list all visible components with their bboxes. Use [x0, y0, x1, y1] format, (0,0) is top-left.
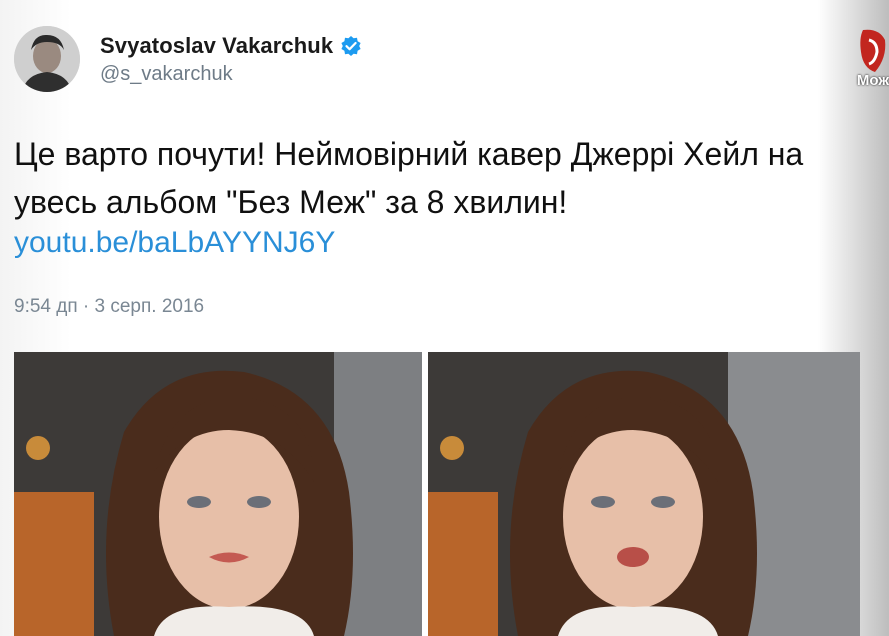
author-avatar[interactable] — [14, 26, 80, 92]
tv-channel-logo-icon — [857, 28, 887, 74]
tweet-link[interactable]: youtu.be/baLbAYYNJ6Y — [14, 226, 335, 260]
tweet-text-line-1: Це варто почути! Неймовірний кавер Джерр… — [14, 136, 804, 172]
author-display-name[interactable]: Svyatoslav Vakarchuk — [100, 33, 333, 59]
video-thumbnail-right[interactable] — [428, 352, 860, 636]
author-names: Svyatoslav Vakarchuk @s_vakarchuk — [100, 33, 362, 86]
author-handle[interactable]: @s_vakarchuk — [100, 63, 362, 86]
tweet-text-line-2: увесь альбом "Без Меж" за 8 хвилин! — [14, 184, 568, 220]
video-still-woman-icon — [14, 352, 422, 636]
tweet-media-grid — [14, 352, 860, 636]
video-thumbnail-left[interactable] — [14, 352, 422, 636]
video-still-woman-icon — [428, 352, 860, 636]
author-display-name-row: Svyatoslav Vakarchuk — [100, 33, 362, 59]
channel-overlay-label: Мож — [856, 72, 889, 89]
tweet-card: Svyatoslav Vakarchuk @s_vakarchuk Це вар… — [0, 0, 860, 636]
tweet-body: Це варто почути! Неймовірний кавер Джерр… — [14, 130, 860, 226]
verified-badge-icon — [340, 35, 362, 57]
avatar-photo-icon — [14, 26, 80, 92]
tweet-timestamp[interactable]: 9:54 дп · 3 серп. 2016 — [14, 296, 204, 318]
tweet-header: Svyatoslav Vakarchuk @s_vakarchuk — [14, 26, 362, 92]
